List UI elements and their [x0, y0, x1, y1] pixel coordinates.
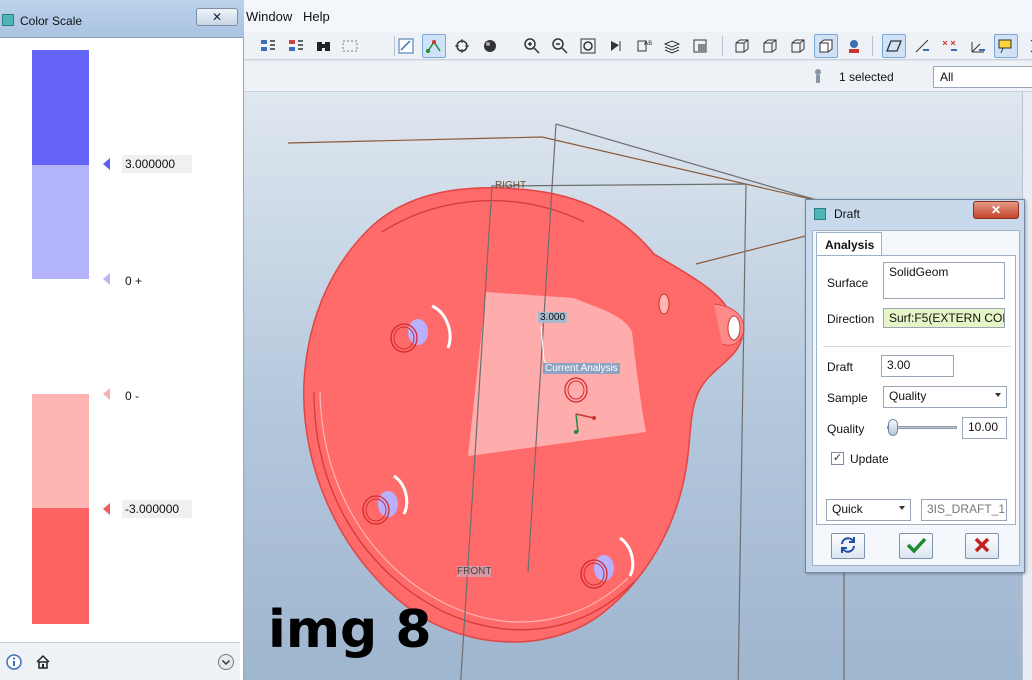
cancel-button[interactable] [965, 533, 999, 559]
plane-label-front[interactable]: FRONT [457, 566, 492, 577]
axis-display-icon[interactable] [910, 34, 934, 58]
color-band-5 [32, 508, 89, 624]
color-band-1 [32, 50, 89, 165]
window-app-icon [2, 14, 14, 26]
color-scale-panel: 3.000000 0 + 0 - -3.000000 [0, 38, 240, 642]
zoom-out-icon[interactable] [548, 34, 572, 58]
dialog-title: Draft [834, 207, 861, 221]
regenerate-manager-icon[interactable] [284, 34, 308, 58]
sample-select[interactable]: Quality [883, 386, 1007, 408]
quality-input[interactable]: 10.00 [962, 417, 1007, 439]
surface-collector[interactable]: SolidGeom [883, 262, 1005, 299]
sample-label: Sample [827, 391, 868, 405]
menu-help[interactable]: Help [303, 9, 330, 24]
refit-icon[interactable] [576, 34, 600, 58]
reorient-icon[interactable] [604, 34, 628, 58]
repeat-button[interactable] [831, 533, 865, 559]
scale-marker-2[interactable] [103, 273, 110, 285]
image-caption: img 8 [268, 600, 432, 660]
dropdown-arrow-icon [899, 506, 905, 510]
tab-analysis[interactable]: Analysis [816, 232, 882, 256]
select-box-icon[interactable] [338, 34, 362, 58]
dialog-body: Analysis Surface SolidGeom Direction Sur… [812, 230, 1020, 566]
color-scale-title: Color Scale [20, 14, 83, 28]
chevron-down-icon[interactable] [217, 653, 235, 671]
scale-marker-4[interactable] [103, 503, 110, 515]
enhanced-realism-icon[interactable] [842, 34, 866, 58]
annotation-label[interactable]: Current Analysis [543, 363, 620, 374]
color-scale-footer [0, 642, 240, 680]
shading-icon[interactable] [478, 34, 502, 58]
ok-button[interactable] [899, 533, 933, 559]
zoom-in-icon[interactable] [520, 34, 544, 58]
find-icon[interactable] [312, 34, 336, 58]
analysis-name-input[interactable]: 3IS_DRAFT_1 [921, 499, 1007, 521]
svg-text:AB: AB [644, 40, 652, 47]
update-checkbox[interactable]: ✓ [831, 452, 844, 465]
point-display-icon[interactable] [938, 34, 962, 58]
tab-hole [727, 315, 741, 341]
regenerate-icon[interactable] [256, 34, 280, 58]
plane-display-icon[interactable] [882, 34, 906, 58]
wireframe-icon[interactable] [730, 34, 754, 58]
close-icon: ✕ [211, 10, 223, 24]
section-divider [823, 346, 1011, 347]
color-band-4 [32, 394, 89, 508]
info-icon[interactable] [5, 653, 23, 671]
draft-label: Draft [827, 360, 854, 374]
selection-bar: 1 selected All [244, 61, 1032, 92]
csys-display-icon[interactable] [966, 34, 990, 58]
color-scale-window: Color Scale ✕ 3.000000 0 + 0 - -3.000000 [0, 0, 244, 680]
close-button[interactable]: ✕ [196, 8, 238, 26]
spin-center-icon[interactable] [450, 34, 474, 58]
analysis-panel: Surface SolidGeom Direction Surf:F5(EXTE… [816, 255, 1016, 525]
refresh-icon [838, 535, 858, 558]
scale-value-max[interactable]: 3.000000 [122, 155, 192, 173]
home-icon[interactable] [34, 653, 52, 671]
scale-marker-3[interactable] [103, 388, 110, 400]
no-hidden-icon[interactable] [786, 34, 810, 58]
color-band-2 [32, 165, 89, 279]
color-scale-titlebar[interactable]: Color Scale ✕ [0, 0, 244, 38]
selection-count: 1 selected [839, 70, 894, 84]
cancel-x-icon [972, 535, 992, 558]
menu-window[interactable]: Window [246, 9, 292, 24]
scale-value-min[interactable]: -3.000000 [122, 500, 192, 518]
scale-marker-1[interactable] [103, 158, 110, 170]
quality-label: Quality [827, 422, 865, 436]
update-label: Update [850, 452, 889, 466]
datum-display-icon[interactable] [422, 34, 446, 58]
main-toolbar: AB [244, 32, 1032, 60]
appearance-icon[interactable] [688, 34, 712, 58]
dropdown-arrow-icon [995, 393, 1001, 397]
scale-value-zero-plus: 0 + [125, 274, 143, 288]
color-band-3 [32, 279, 89, 394]
annotation-display-icon[interactable] [994, 34, 1018, 58]
selection-filter-dropdown[interactable]: All [933, 66, 1032, 88]
layers-icon[interactable] [660, 34, 684, 58]
sample-select-value: Quality [889, 389, 927, 403]
analysis-mode-value: Quick [832, 502, 863, 516]
analysis-mode-select[interactable]: Quick [826, 499, 911, 521]
annotation-value[interactable]: 3.000 [538, 312, 568, 323]
more-tools-icon[interactable] [1022, 34, 1032, 58]
shaded-model-icon[interactable] [814, 34, 838, 58]
close-icon: ✕ [990, 203, 1002, 217]
window-app-icon [814, 208, 826, 220]
direction-label: Direction [827, 312, 875, 326]
plane-label-right[interactable]: RIGHT [495, 180, 526, 191]
draft-dialog: Draft ✕ Analysis Surface SolidGeom Direc… [805, 199, 1025, 573]
menu-bar: Window Help [244, 0, 1032, 32]
smart-filter-icon [812, 68, 824, 87]
checkmark-icon [905, 535, 927, 558]
scale-value-zero-minus: 0 - [125, 389, 140, 403]
saved-views-icon[interactable]: AB [632, 34, 656, 58]
hidden-line-icon[interactable] [758, 34, 782, 58]
surface-label: Surface [827, 276, 869, 290]
direction-collector[interactable]: Surf:F5(EXTERN COP [883, 308, 1005, 328]
close-button[interactable]: ✕ [973, 201, 1019, 219]
sketch-view-icon[interactable] [394, 34, 418, 58]
quality-slider-thumb[interactable] [888, 419, 898, 436]
draft-angle-input[interactable]: 3.00 [881, 355, 954, 377]
